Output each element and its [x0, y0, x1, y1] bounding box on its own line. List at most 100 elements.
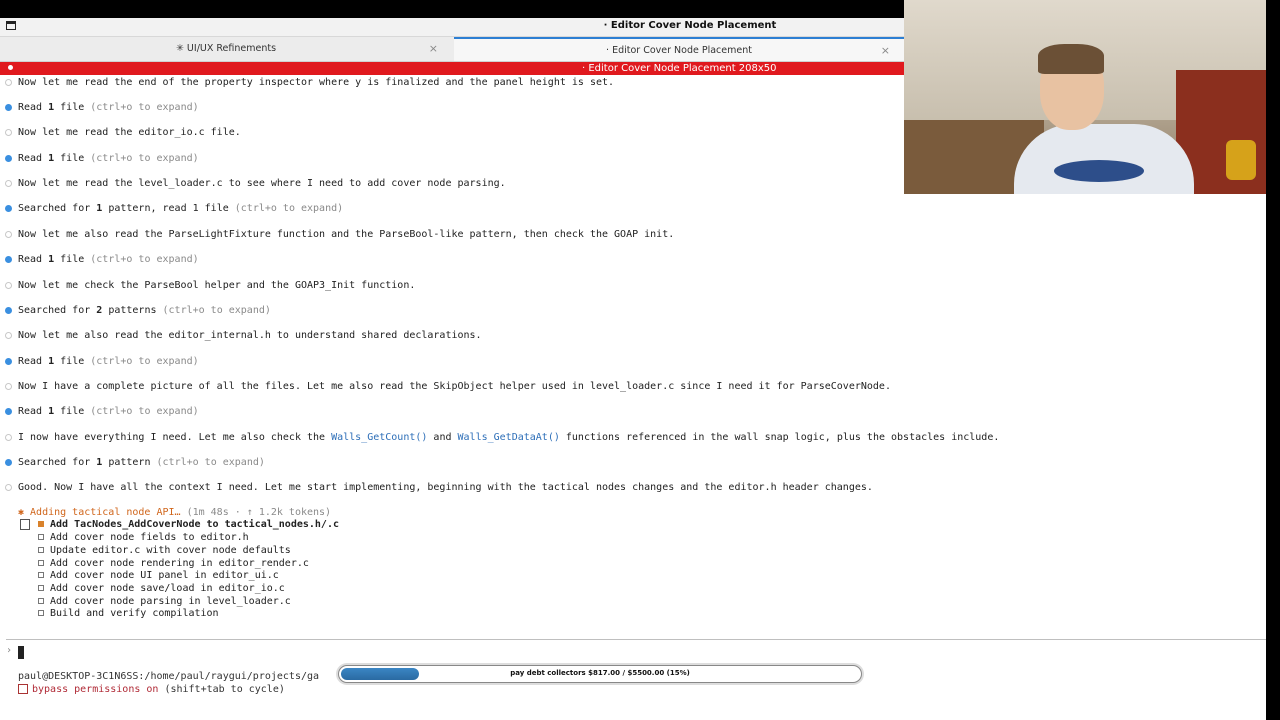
bypass-hint: (shift+tab to cycle) — [158, 684, 285, 695]
webcam-object — [1226, 140, 1256, 180]
task-label: Update editor.c with cover node defaults — [50, 545, 291, 556]
message-text: Now let me also read the editor_internal… — [18, 330, 482, 341]
bullet-icon — [5, 231, 12, 238]
tool-line[interactable]: Read 1 file (ctrl+o to expand) — [5, 355, 199, 368]
bullet-icon — [5, 205, 12, 212]
tool-text: Read — [18, 153, 49, 164]
task-item: Add cover node fields to editor.h — [38, 532, 249, 544]
terminal-banner-title: · Editor Cover Node Placement 208x50 — [582, 63, 777, 74]
task-checkbox-icon — [38, 547, 44, 553]
bypass-label: bypass permissions on — [32, 684, 159, 695]
bullet-icon — [5, 484, 12, 491]
message-text: functions referenced in the wall snap lo… — [559, 432, 1000, 443]
tool-text: file — [54, 356, 85, 367]
window-icon — [6, 21, 16, 30]
task-label: Build and verify compilation — [50, 608, 219, 619]
message-line: Now let me read the editor_io.c file. — [5, 126, 241, 139]
bullet-icon — [5, 256, 12, 263]
message-line: Now let me also read the ParseLightFixtu… — [5, 228, 674, 241]
task-label: Add TacNodes_AddCoverNode to tactical_no… — [50, 519, 339, 530]
task-item: Build and verify compilation — [38, 608, 219, 620]
task-checkbox-icon — [38, 521, 44, 527]
webcam-shirt-logo — [1054, 160, 1144, 182]
task-item: Add cover node UI panel in editor_ui.c — [38, 570, 279, 582]
bullet-icon — [5, 180, 12, 187]
webcam-overlay — [904, 0, 1266, 194]
tool-text: file — [54, 102, 85, 113]
expand-hint: (ctrl+o to expand) — [84, 153, 199, 164]
message-text: Now I have a complete picture of all the… — [18, 381, 891, 392]
message-line: Now let me read the level_loader.c to se… — [5, 177, 506, 190]
tab-label: ✳ UI/UX Refinements — [175, 43, 277, 54]
bullet-icon — [5, 129, 12, 136]
message-text: Now let me read the level_loader.c to se… — [18, 178, 506, 189]
tool-line[interactable]: Read 1 file (ctrl+o to expand) — [5, 101, 199, 114]
close-icon[interactable]: × — [881, 44, 890, 57]
close-icon[interactable]: × — [429, 42, 438, 55]
bullet-icon — [5, 307, 12, 314]
tool-line[interactable]: Searched for 1 pattern (ctrl+o to expand… — [5, 456, 265, 469]
message-text: Good. Now I have all the context I need.… — [18, 482, 873, 493]
expand-hint: (ctrl+o to expand) — [228, 203, 344, 214]
bullet-icon — [5, 434, 12, 441]
prompt-input[interactable] — [18, 646, 24, 659]
tool-text: file — [54, 153, 85, 164]
message-text: Now let me read the end of the property … — [18, 77, 615, 88]
task-label: Add cover node UI panel in editor_ui.c — [50, 570, 279, 581]
tool-line[interactable]: Searched for 2 patterns (ctrl+o to expan… — [5, 304, 271, 317]
task-item: Add cover node parsing in level_loader.c — [38, 596, 291, 608]
expand-hint: (ctrl+o to expand) — [84, 254, 199, 265]
expand-hint: (ctrl+o to expand) — [156, 305, 271, 316]
function-ref: Walls_GetCount() — [331, 432, 428, 443]
tasklist-icon — [20, 519, 30, 530]
tool-line[interactable]: Read 1 file (ctrl+o to expand) — [5, 253, 199, 266]
message-text: Now let me read the editor_io.c file. — [18, 127, 241, 138]
bullet-icon — [5, 332, 12, 339]
status-path: paul@DESKTOP-3C1N6SS:/home/paul/raygui/p… — [18, 671, 320, 682]
screen-edge-strip — [1266, 0, 1280, 720]
tab-editor-cover-node-placement[interactable]: · Editor Cover Node Placement × — [454, 37, 904, 61]
bullet-icon — [5, 383, 12, 390]
message-line: Good. Now I have all the context I need.… — [5, 481, 873, 494]
tool-text: pattern — [102, 457, 151, 468]
tool-text: file — [54, 406, 85, 417]
task-label: Add cover node fields to editor.h — [50, 532, 249, 543]
tool-text: Read — [18, 254, 49, 265]
bullet-icon — [5, 459, 12, 466]
message-text: Now let me check the ParseBool helper an… — [18, 280, 416, 291]
tool-line[interactable]: Read 1 file (ctrl+o to expand) — [5, 152, 199, 165]
tool-text: patterns — [102, 305, 157, 316]
bypass-permissions-status: bypass permissions on (shift+tab to cycl… — [18, 684, 285, 695]
tool-line[interactable]: Read 1 file (ctrl+o to expand) — [5, 405, 199, 418]
task-item: Update editor.c with cover node defaults — [38, 545, 291, 557]
activity-meta: (1m 48s · ↑ 1.2k tokens) — [180, 507, 332, 518]
message-text: and — [427, 432, 458, 443]
expand-hint: (ctrl+o to expand) — [84, 406, 199, 417]
task-checkbox-icon — [38, 610, 44, 616]
bypass-icon — [18, 684, 28, 694]
message-line: Now let me check the ParseBool helper an… — [5, 279, 416, 292]
prompt-chevron-icon: › — [6, 645, 13, 656]
task-checkbox-icon — [38, 598, 44, 604]
webcam-person-hair — [1038, 44, 1104, 74]
task-checkbox-icon — [38, 572, 44, 578]
tool-text: Searched for — [18, 457, 97, 468]
tab-ui-ux-refinements[interactable]: ✳ UI/UX Refinements × — [0, 37, 452, 61]
message-line: Now let me read the end of the property … — [5, 76, 615, 89]
bullet-icon — [5, 408, 12, 415]
task-checkbox-icon — [38, 560, 44, 566]
bullet-icon — [5, 282, 12, 289]
debt-progress-bar: pay debt collectors $817.00 / $5500.00 (… — [338, 665, 862, 683]
expand-hint: (ctrl+o to expand) — [84, 356, 199, 367]
task-checkbox-icon — [38, 585, 44, 591]
tool-line[interactable]: Searched for 1 pattern, read 1 file (ctr… — [5, 202, 344, 215]
task-label: Add cover node rendering in editor_rende… — [50, 558, 309, 569]
task-item: Add cover node save/load in editor_io.c — [38, 583, 285, 595]
expand-hint: (ctrl+o to expand) — [150, 457, 265, 468]
tool-text: pattern, read 1 file — [102, 203, 229, 214]
task-label: Add cover node parsing in level_loader.c — [50, 596, 291, 607]
bullet-icon — [5, 104, 12, 111]
banner-dot-icon — [8, 65, 13, 70]
activity-label: ✱ Adding tactical node API… — [18, 507, 181, 518]
tool-text: Read — [18, 102, 49, 113]
